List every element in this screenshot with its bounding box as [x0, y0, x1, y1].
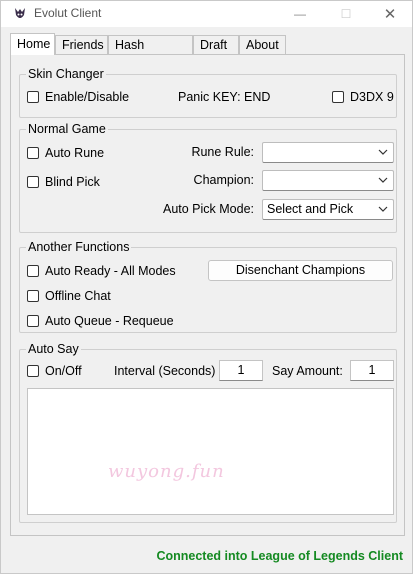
connection-status-text: Connected into League of Legends Client [156, 549, 403, 563]
another-functions-title: Another Functions [26, 240, 132, 254]
say-amount-input[interactable]: 1 [350, 360, 394, 381]
say-amount-label: Say Amount: [272, 364, 343, 378]
close-button[interactable]: ✕ [367, 1, 413, 27]
rune-rule-dropdown[interactable] [262, 142, 394, 163]
blind-pick-checkbox[interactable] [27, 176, 39, 188]
normal-game-title: Normal Game [26, 122, 108, 136]
auto-rune-checkbox[interactable] [27, 147, 39, 159]
auto-say-title: Auto Say [26, 342, 81, 356]
enable-disable-checkbox[interactable] [27, 91, 39, 103]
home-tab-page: Skin Changer Enable/Disable Panic KEY: E… [10, 54, 405, 536]
maximize-button[interactable]: ☐ [323, 1, 369, 27]
auto-pick-mode-label: Auto Pick Mode: [162, 202, 254, 216]
disenchant-champions-button[interactable]: Disenchant Champions [208, 260, 393, 281]
normal-game-group: Normal Game Auto Rune Blind Pick Rune Ru… [19, 122, 397, 233]
window-title: Evolut Client [34, 6, 102, 20]
tab-home[interactable]: Home [10, 33, 55, 55]
skin-changer-title: Skin Changer [26, 67, 106, 81]
another-functions-group: Another Functions Auto Ready - All Modes… [19, 240, 397, 333]
title-bar[interactable]: Evolut Client — ☐ ✕ [1, 1, 412, 27]
auto-say-message-textarea[interactable]: wuyong.fun [27, 388, 394, 515]
tab-hash-updater[interactable]: Hash Updater [108, 35, 193, 70]
blind-pick-label[interactable]: Blind Pick [45, 175, 100, 189]
auto-pick-mode-value: Select and Pick [267, 202, 354, 216]
offline-chat-label[interactable]: Offline Chat [45, 289, 111, 303]
champion-dropdown[interactable] [262, 170, 394, 191]
auto-queue-checkbox[interactable] [27, 315, 39, 327]
offline-chat-checkbox[interactable] [27, 290, 39, 302]
tab-draft[interactable]: Draft [193, 35, 239, 54]
auto-ready-label[interactable]: Auto Ready - All Modes [45, 264, 176, 278]
interval-label: Interval (Seconds) [114, 364, 216, 378]
auto-say-onoff-label[interactable]: On/Off [45, 364, 82, 378]
tab-friends[interactable]: Friends [55, 35, 108, 54]
d3dx9-checkbox[interactable] [332, 91, 344, 103]
champion-label: Champion: [193, 173, 254, 187]
watermark-text: wuyong.fun [108, 461, 225, 482]
d3dx9-label[interactable]: D3DX 9 [350, 90, 394, 104]
chevron-down-icon [378, 206, 388, 212]
enable-disable-label[interactable]: Enable/Disable [45, 90, 129, 104]
auto-say-group: Auto Say On/Off Interval (Seconds) 1 Say… [19, 342, 397, 523]
auto-rune-label[interactable]: Auto Rune [45, 146, 104, 160]
auto-ready-checkbox[interactable] [27, 265, 39, 277]
chevron-down-icon [378, 149, 388, 155]
rune-rule-label: Rune Rule: [191, 145, 254, 159]
main-window: Evolut Client — ☐ ✕ Home Friends Hash Up… [0, 0, 413, 574]
panic-key-text: Panic KEY: END [178, 90, 271, 104]
auto-pick-mode-dropdown[interactable]: Select and Pick [262, 199, 394, 220]
skin-changer-group: Skin Changer Enable/Disable Panic KEY: E… [19, 67, 397, 118]
app-logo-icon [12, 6, 28, 22]
interval-input[interactable]: 1 [219, 360, 263, 381]
auto-queue-label[interactable]: Auto Queue - Requeue [45, 314, 174, 328]
auto-say-onoff-checkbox[interactable] [27, 365, 39, 377]
chevron-down-icon [378, 177, 388, 183]
minimize-button[interactable]: — [277, 1, 323, 27]
tab-about[interactable]: About [239, 35, 286, 54]
